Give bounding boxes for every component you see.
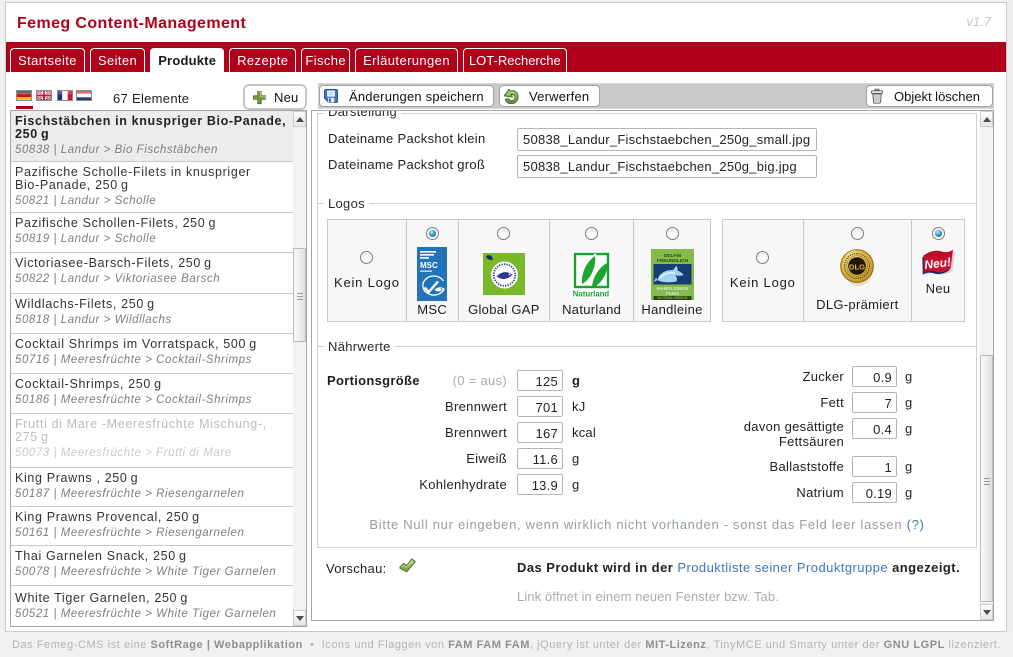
svg-text:DELFIN: DELFIN: [663, 252, 681, 258]
svg-text:DLG: DLG: [849, 262, 865, 271]
svg-text:IM CORAL DREIECK: IM CORAL DREIECK: [657, 296, 688, 300]
svg-text:Naturland: Naturland: [573, 289, 610, 298]
svg-text:FREUNDLICH: FREUNDLICH: [656, 258, 688, 264]
svg-text:MSC: MSC: [420, 261, 438, 270]
